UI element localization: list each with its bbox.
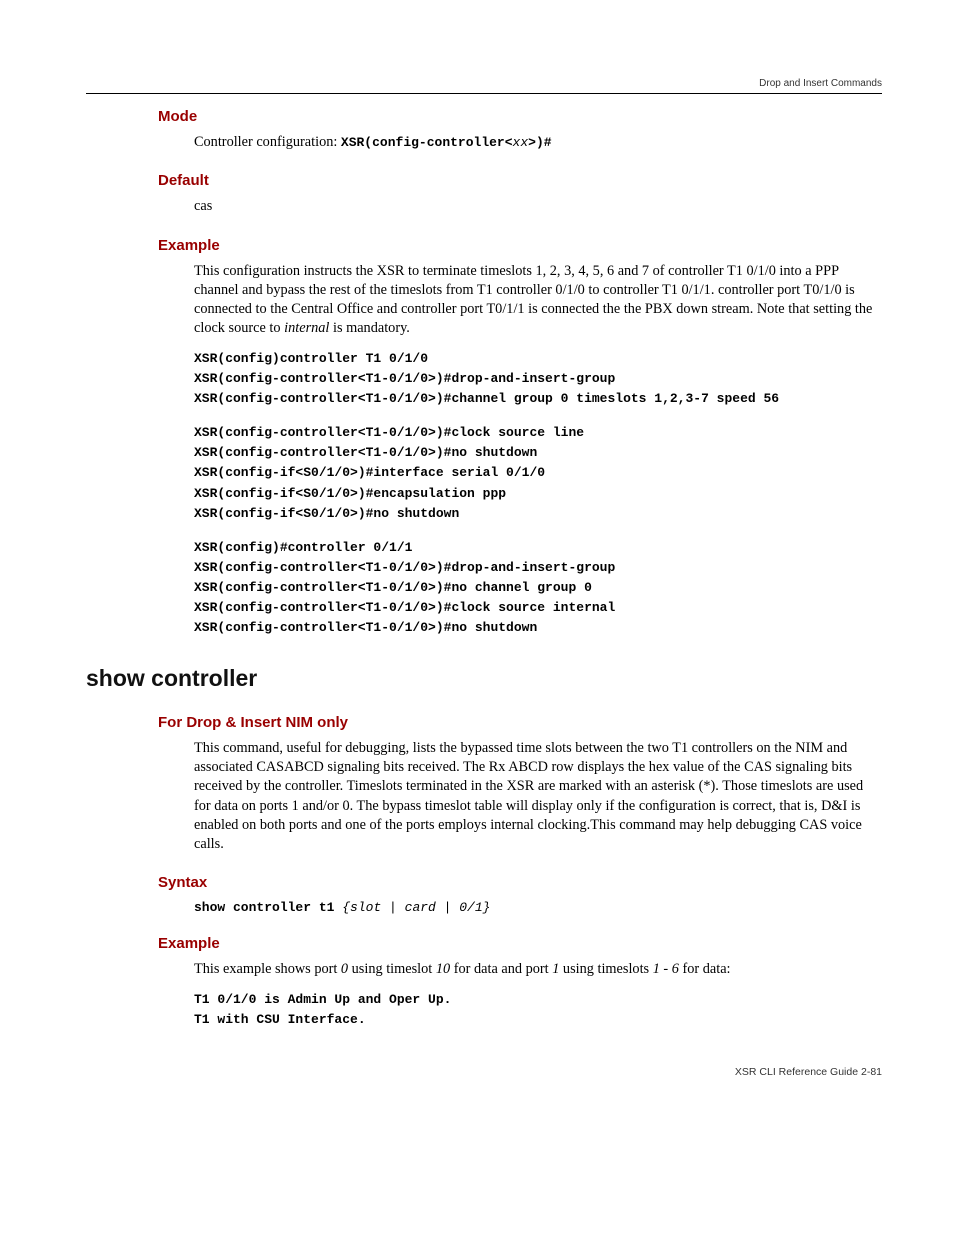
mode-text: Controller configuration: XSR(config-con… [194,133,882,152]
header-rule [86,93,882,94]
ex2-c: using timeslot [348,961,436,977]
example2-paragraph: This example shows port 0 using timeslot… [194,960,882,979]
heading-example2: Example [158,935,882,952]
ex2-i: for data: [679,961,731,977]
example1-code3: XSR(config)#controller 0/1/1 XSR(config-… [194,538,882,639]
ex2-b: 0 [341,961,348,977]
heading-show-controller: show controller [86,665,882,692]
heading-example1: Example [158,237,882,254]
heading-drop-insert: For Drop & Insert NIM only [158,714,882,731]
ex2-h: 1 - 6 [653,961,679,977]
ex2-e: for data and port [450,961,552,977]
example1-paragraph: This configuration instructs the XSR to … [194,262,882,339]
syntax-args: {slot | card | 0/1} [342,900,490,915]
mode-mono-suffix: >)# [528,135,551,150]
heading-default: Default [158,172,882,189]
heading-mode: Mode [158,108,882,125]
mode-mono: XSR(config-controller< [341,135,513,150]
syntax-cmd: show controller t1 [194,900,342,915]
header-section-title: Drop and Insert Commands [86,78,882,89]
drop-insert-paragraph: This command, useful for debugging, list… [194,739,882,855]
example1-code1: XSR(config)controller T1 0/1/0 XSR(confi… [194,349,882,409]
page-footer: XSR CLI Reference Guide 2-81 [86,1066,882,1078]
heading-syntax: Syntax [158,874,882,891]
example1-suffix: is mandatory. [329,320,409,336]
ex2-a: This example shows port [194,961,341,977]
example2-code: T1 0/1/0 is Admin Up and Oper Up. T1 wit… [194,990,882,1030]
example1-italic: internal [284,320,329,336]
ex2-g: using timeslots [559,961,652,977]
example1-code2: XSR(config-controller<T1-0/1/0>)#clock s… [194,423,882,524]
syntax-line: show controller t1 {slot | card | 0/1} [194,899,882,915]
default-text: cas [194,197,882,216]
mode-mono-italic: xx [513,135,529,150]
mode-prefix: Controller configuration: [194,134,341,150]
ex2-d: 10 [436,961,450,977]
